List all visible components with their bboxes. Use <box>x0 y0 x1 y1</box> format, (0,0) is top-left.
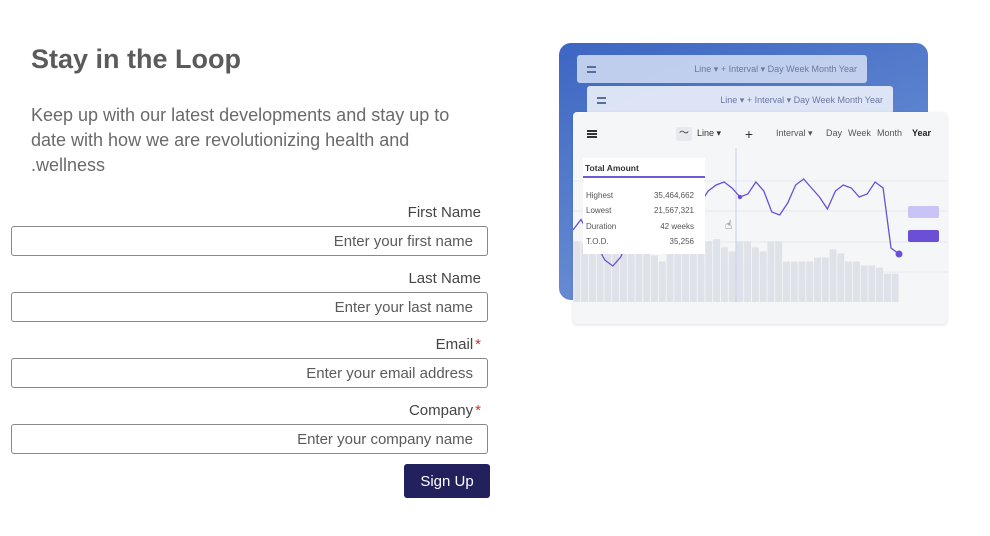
required-mark: * <box>475 402 481 419</box>
chart-bar <box>635 247 643 302</box>
company-input[interactable] <box>11 424 488 454</box>
chart-bar <box>627 251 635 302</box>
chart-bar <box>821 257 829 302</box>
chart-bar <box>860 265 868 302</box>
back-toolbar-2-text: Line ▾ + Interval ▾ Day Week Month Year <box>720 94 883 105</box>
dashboard-illustration: Line ▾ + Interval ▾ Day Week Month Year … <box>559 43 949 328</box>
chart-bar <box>736 241 744 302</box>
chart-point <box>895 250 903 258</box>
last-name-label: Last Name <box>408 270 481 287</box>
legend-swatch-light <box>908 206 939 218</box>
lead-paragraph: Keep up with our latest developments and… <box>31 105 450 175</box>
chart-bar <box>728 251 736 302</box>
chart-bar <box>876 267 884 302</box>
chart-bar <box>705 241 713 302</box>
chart-panel: 〜 Line ▾ + Interval ▾ Day Week Month Yea… <box>573 112 947 324</box>
chart-bar <box>891 273 899 302</box>
chart-bar <box>573 241 581 302</box>
email-input[interactable] <box>11 358 488 388</box>
chart-bar <box>651 255 658 302</box>
chart-bar <box>790 261 798 302</box>
page-title: Stay in the Loop <box>31 44 242 74</box>
required-mark: * <box>475 336 481 353</box>
chart-bar <box>588 247 596 302</box>
hand-cursor-icon: ☝ <box>725 218 732 232</box>
chart-bar <box>604 251 612 302</box>
menu-icon <box>587 65 596 73</box>
chart-bar <box>767 241 775 302</box>
chart-bar <box>883 273 891 302</box>
chart-bar <box>806 261 814 302</box>
chart-bar <box>666 247 674 302</box>
sign-up-button[interactable]: Sign Up <box>404 464 490 498</box>
chart-bar <box>798 261 806 302</box>
chart-bar <box>775 241 783 302</box>
chart-bar <box>837 253 845 302</box>
chart-bar <box>814 257 821 302</box>
chart-point <box>737 194 743 200</box>
chart-bar <box>845 261 853 302</box>
chart-bar <box>744 241 752 302</box>
stats-underline <box>583 176 705 178</box>
menu-icon <box>597 96 606 104</box>
company-label: Company * <box>408 402 481 419</box>
first-name-input[interactable] <box>11 226 488 256</box>
last-name-input[interactable] <box>11 292 488 322</box>
chart-bar <box>829 249 837 302</box>
email-label: Email * <box>435 336 481 353</box>
chart-bar <box>658 261 666 302</box>
chart-bar <box>852 261 860 302</box>
chart-bar <box>596 251 604 302</box>
first-name-label: First Name <box>407 204 481 221</box>
chart-bar <box>720 247 728 302</box>
chart-bar <box>868 265 876 302</box>
chart-bar <box>751 247 759 302</box>
stats-title: Total Amount <box>585 163 639 173</box>
back-toolbar-1: Line ▾ + Interval ▾ Day Week Month Year <box>577 55 867 83</box>
chart-bar <box>782 261 790 302</box>
stats-card: Total Amount Highest 35,464,662 Lowest 21,… <box>583 158 705 254</box>
chart-bar <box>713 239 721 302</box>
back-toolbar-2: Line ▾ + Interval ▾ Day Week Month Year <box>587 86 893 114</box>
chart-bar <box>759 251 767 302</box>
legend-swatch-dark <box>908 230 939 242</box>
back-toolbar-1-text: Line ▾ + Interval ▾ Day Week Month Year <box>694 63 857 74</box>
